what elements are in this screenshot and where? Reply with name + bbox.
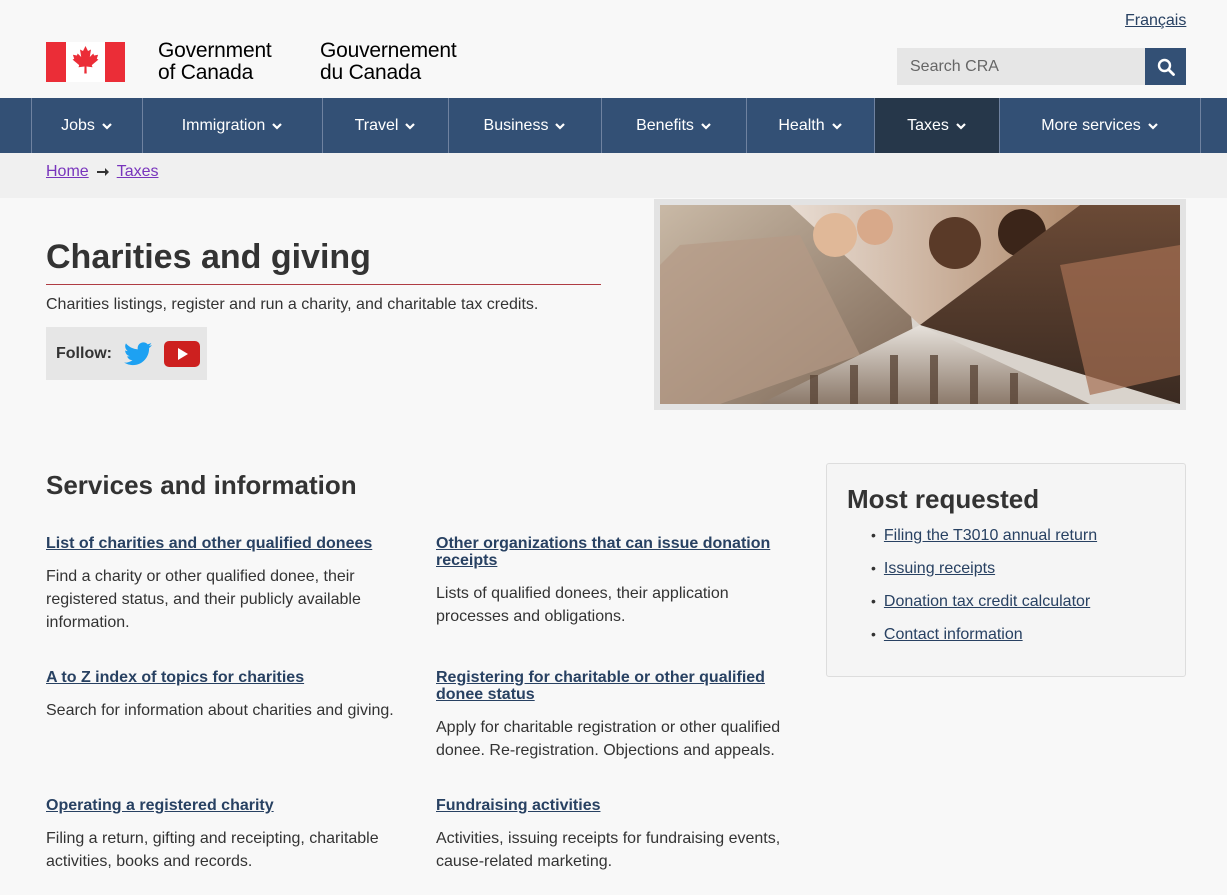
breadcrumb-taxes-link[interactable]: Taxes xyxy=(117,163,159,181)
menu-item-label: More services xyxy=(1041,116,1141,134)
menu-item-more-services[interactable]: More services xyxy=(1000,98,1201,153)
main-menu-items: Jobs Immigration Travel Business Benefit… xyxy=(31,98,1201,153)
service-link[interactable]: A to Z index of topics for charities xyxy=(46,669,396,686)
page-title: Charities and giving xyxy=(46,238,371,276)
language-toggle-link[interactable]: Français xyxy=(1125,12,1186,30)
most-requested-link[interactable]: Contact information xyxy=(884,625,1023,644)
most-requested-panel: Most requested • Filing the T3010 annual … xyxy=(826,463,1186,677)
menu-item-label: Business xyxy=(483,116,549,134)
menu-item-immigration[interactable]: Immigration xyxy=(143,98,323,153)
most-requested-link[interactable]: Filing the T3010 annual return xyxy=(884,526,1097,545)
title-underline xyxy=(46,284,601,285)
service-item: A to Z index of topics for charities Sea… xyxy=(46,669,396,722)
most-requested-title: Most requested xyxy=(847,484,1040,514)
chevron-down-icon xyxy=(701,122,711,130)
chevron-down-icon xyxy=(405,122,416,130)
service-description: Find a charity or other qualified donee,… xyxy=(46,568,361,631)
breadcrumb-home-link[interactable]: Home xyxy=(46,163,89,181)
main-menu: Jobs Immigration Travel Business Benefit… xyxy=(0,98,1227,153)
service-item: Operating a registered charity Filing a … xyxy=(46,797,396,873)
menu-item-label: Health xyxy=(778,116,825,134)
menu-item-health[interactable]: Health xyxy=(747,98,875,153)
chevron-down-icon xyxy=(272,122,283,130)
menu-item-benefits[interactable]: Benefits xyxy=(602,98,747,153)
search-input[interactable] xyxy=(897,48,1145,85)
wordmark-french: Gouvernement du Canada xyxy=(320,40,457,84)
search-icon xyxy=(1157,58,1175,76)
services-title: Services and information xyxy=(46,470,357,500)
menu-item-jobs[interactable]: Jobs xyxy=(32,98,143,153)
menu-item-label: Immigration xyxy=(181,116,266,134)
youtube-icon[interactable] xyxy=(163,340,200,367)
most-requested-link[interactable]: Issuing receipts xyxy=(884,559,995,578)
wordmark-en-line2: of Canada xyxy=(158,61,254,84)
service-item: List of charities and other qualified do… xyxy=(46,535,396,634)
chevron-down-icon xyxy=(1148,122,1158,130)
service-item: Registering for charitable or other qual… xyxy=(436,669,786,762)
search-button[interactable] xyxy=(1145,48,1186,85)
service-description: Search for information about charities a… xyxy=(46,702,394,719)
service-link[interactable]: Fundraising activities xyxy=(436,797,786,814)
service-link[interactable]: List of charities and other qualified do… xyxy=(46,535,396,552)
service-description: Apply for charitable registration or oth… xyxy=(436,719,781,759)
service-link[interactable]: Operating a registered charity xyxy=(46,797,396,814)
service-link[interactable]: Registering for charitable or other qual… xyxy=(436,669,786,703)
twitter-icon[interactable] xyxy=(123,341,152,366)
list-item: • Filing the T3010 annual return xyxy=(871,526,1097,545)
page-subtitle: Charities listings, register and run a c… xyxy=(46,296,539,313)
service-item: Fundraising activities Activities, issui… xyxy=(436,797,786,873)
service-description: Filing a return, gifting and receipting,… xyxy=(46,830,379,870)
breadcrumb-arrow-icon xyxy=(96,168,109,176)
search-form xyxy=(897,48,1186,85)
menu-item-taxes[interactable]: Taxes xyxy=(875,98,1000,153)
menu-item-label: Jobs xyxy=(61,116,95,134)
list-item: • Contact information xyxy=(871,625,1097,644)
hero-image xyxy=(660,205,1180,404)
chevron-down-icon xyxy=(956,122,966,130)
follow-label: Follow: xyxy=(56,344,112,362)
wordmark-fr-line2: du Canada xyxy=(320,61,421,84)
most-requested-list: • Filing the T3010 annual return • Issuing… xyxy=(871,526,1097,658)
bullet-icon: • xyxy=(871,527,876,543)
menu-item-label: Benefits xyxy=(636,116,694,134)
service-description: Lists of qualified donees, their applica… xyxy=(436,585,729,625)
menu-item-travel[interactable]: Travel xyxy=(323,98,449,153)
wordmark-english: Government of Canada xyxy=(158,40,272,84)
bullet-icon: • xyxy=(871,560,876,576)
bullet-icon: • xyxy=(871,593,876,609)
service-description: Activities, issuing receipts for fundrai… xyxy=(436,830,781,870)
list-item: • Issuing receipts xyxy=(871,559,1097,578)
menu-item-label: Taxes xyxy=(907,116,949,134)
chevron-down-icon xyxy=(555,122,566,130)
breadcrumb: Home Taxes xyxy=(0,153,1227,198)
wordmark-fr-line1: Gouvernement xyxy=(320,39,457,62)
menu-item-label: Travel xyxy=(354,116,399,134)
most-requested-link[interactable]: Donation tax credit calculator xyxy=(884,592,1090,611)
menu-item-business[interactable]: Business xyxy=(449,98,602,153)
service-item: Other organizations that can issue donat… xyxy=(436,535,786,628)
chevron-down-icon xyxy=(831,122,842,130)
canada-flag-logo xyxy=(46,42,125,82)
list-item: • Donation tax credit calculator xyxy=(871,592,1097,611)
chevron-down-icon xyxy=(102,122,112,130)
service-link[interactable]: Other organizations that can issue donat… xyxy=(436,535,786,569)
bullet-icon: • xyxy=(871,626,876,642)
follow-box: Follow: xyxy=(46,327,207,380)
wordmark-en-line1: Government xyxy=(158,39,272,62)
